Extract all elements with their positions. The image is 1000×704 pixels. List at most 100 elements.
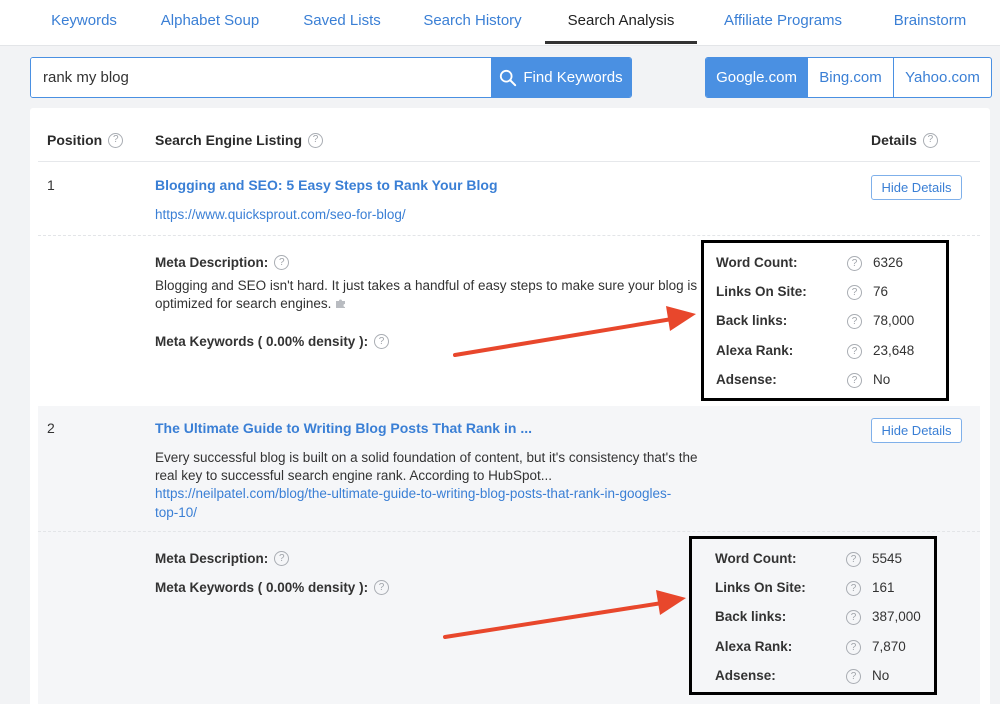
detail-label: Back links: [716, 313, 788, 328]
help-icon[interactable]: ? [274, 551, 290, 566]
detail-value: 387,000 [872, 609, 921, 624]
meta-keywords-label: Meta Keywords ( 0.00% density ): [155, 580, 369, 595]
detail-value: 76 [873, 284, 889, 299]
result-1-details-box: Word Count:? 6326 Links On Site:? 76 Back … [701, 240, 949, 401]
meta-description-line-1: Blogging and SEO isn't hard. It just tak… [155, 278, 698, 293]
search-engine-selector: Google.com Bing.com Yahoo.com [705, 57, 992, 98]
detail-value: 161 [872, 580, 895, 595]
help-icon[interactable]: ? [846, 552, 861, 567]
detail-row: Alexa Rank:? 7,870 [692, 639, 934, 659]
result-1-meta-description: Blogging and SEO isn't hard. It just tak… [155, 277, 697, 313]
detail-value: No [872, 668, 890, 683]
header-listing: Search Engine Listing ? [155, 132, 324, 148]
puzzle-icon [336, 299, 346, 308]
result-2-title-link[interactable]: The Ultimate Guide to Writing Blog Posts… [155, 420, 532, 436]
detail-value: 5545 [872, 551, 903, 566]
help-icon[interactable]: ? [847, 256, 862, 271]
detail-label: Word Count: [715, 551, 797, 566]
result-2-meta-description-label: Meta Description: ? [155, 551, 290, 566]
help-icon[interactable]: ? [308, 132, 324, 148]
help-icon[interactable]: ? [374, 580, 390, 595]
header-divider [38, 161, 980, 162]
meta-description-label: Meta Description: [155, 551, 269, 566]
result-1-title-link[interactable]: Blogging and SEO: 5 Easy Steps to Rank Y… [155, 177, 498, 193]
tab-keywords[interactable]: Keywords [30, 0, 138, 44]
tab-search-history[interactable]: Search History [410, 0, 535, 44]
help-icon[interactable]: ? [847, 373, 862, 388]
result-2-position: 2 [47, 420, 55, 436]
detail-label: Word Count: [716, 255, 798, 270]
header-details-label: Details [871, 132, 917, 148]
detail-row: Word Count:? 6326 [704, 255, 946, 275]
help-icon[interactable]: ? [847, 285, 862, 300]
help-icon[interactable]: ? [847, 314, 862, 329]
result-2-url-link[interactable]: https://neilpatel.com/blog/the-ultimate-… [155, 484, 671, 522]
url-line-1: https://neilpatel.com/blog/the-ultimate-… [155, 486, 672, 501]
detail-value: No [873, 372, 891, 387]
result-1-position: 1 [47, 177, 55, 193]
result-1-divider [38, 235, 980, 236]
meta-keywords-label: Meta Keywords ( 0.00% density ): [155, 334, 369, 349]
search-bar: Find Keywords [30, 57, 632, 98]
detail-value: 23,648 [873, 343, 915, 358]
detail-value: 78,000 [873, 313, 915, 328]
help-icon[interactable]: ? [846, 610, 861, 625]
detail-row: Adsense:? No [692, 668, 934, 688]
top-tab-bar: Keywords Alphabet Soup Saved Lists Searc… [0, 0, 1000, 46]
detail-row: Word Count:? 5545 [692, 551, 934, 571]
help-icon[interactable]: ? [846, 581, 861, 596]
meta-description-line-2: optimized for search engines. [155, 295, 697, 313]
result-2-snippet: Every successful blog is built on a soli… [155, 449, 697, 485]
tab-brainstorm[interactable]: Brainstorm [878, 0, 982, 44]
header-position-label: Position [47, 132, 103, 148]
search-icon [500, 69, 517, 86]
detail-label: Alexa Rank: [715, 639, 793, 654]
find-keywords-button[interactable]: Find Keywords [491, 58, 631, 97]
snippet-line-2: real key to successful search engine ran… [155, 468, 552, 483]
help-icon[interactable]: ? [274, 255, 290, 270]
detail-row: Back links:? 78,000 [704, 313, 946, 333]
detail-label: Adsense: [716, 372, 777, 387]
result-1-url-link[interactable]: https://www.quicksprout.com/seo-for-blog… [155, 205, 406, 224]
result-2-details-box: Word Count:? 5545 Links On Site:? 161 Back… [689, 536, 937, 695]
detail-row: Back links:? 387,000 [692, 609, 934, 629]
result-1-hide-details-button[interactable]: Hide Details [871, 175, 962, 200]
detail-row: Links On Site:? 76 [704, 284, 946, 304]
result-1-meta-description-label: Meta Description: ? [155, 255, 290, 270]
header-details: Details ? [871, 132, 938, 148]
engine-google[interactable]: Google.com [706, 58, 808, 97]
result-2-meta-keywords-label: Meta Keywords ( 0.00% density ): ? [155, 580, 390, 595]
help-icon[interactable]: ? [847, 344, 862, 359]
result-1-meta-keywords-label: Meta Keywords ( 0.00% density ): ? [155, 334, 390, 349]
detail-row: Adsense:? No [704, 372, 946, 392]
header-listing-label: Search Engine Listing [155, 132, 303, 148]
snippet-line-1: Every successful blog is built on a soli… [155, 450, 698, 465]
detail-label: Alexa Rank: [716, 343, 794, 358]
tab-alphabet-soup[interactable]: Alphabet Soup [148, 0, 272, 44]
header-position: Position ? [47, 132, 124, 148]
help-icon[interactable]: ? [846, 669, 861, 684]
find-keywords-label: Find Keywords [523, 69, 623, 86]
engine-yahoo[interactable]: Yahoo.com [894, 58, 991, 97]
result-2-hide-details-button[interactable]: Hide Details [871, 418, 962, 443]
detail-value: 6326 [873, 255, 904, 270]
detail-row: Alexa Rank:? 23,648 [704, 343, 946, 363]
help-icon[interactable]: ? [108, 132, 124, 148]
url-line-2: top-10/ [155, 505, 198, 520]
engine-bing[interactable]: Bing.com [808, 58, 894, 97]
result-2-divider [38, 531, 980, 532]
detail-label: Adsense: [715, 668, 776, 683]
tab-affiliate-programs[interactable]: Affiliate Programs [710, 0, 856, 44]
tab-search-analysis[interactable]: Search Analysis [545, 0, 697, 44]
detail-label: Links On Site: [716, 284, 807, 299]
meta-description-label: Meta Description: [155, 255, 269, 270]
help-icon[interactable]: ? [922, 132, 938, 148]
help-icon[interactable]: ? [374, 334, 390, 349]
detail-row: Links On Site:? 161 [692, 580, 934, 600]
help-icon[interactable]: ? [846, 640, 861, 655]
detail-value: 7,870 [872, 639, 906, 654]
tab-saved-lists[interactable]: Saved Lists [287, 0, 397, 44]
detail-label: Back links: [715, 609, 787, 624]
detail-label: Links On Site: [715, 580, 806, 595]
search-input[interactable] [31, 58, 493, 97]
